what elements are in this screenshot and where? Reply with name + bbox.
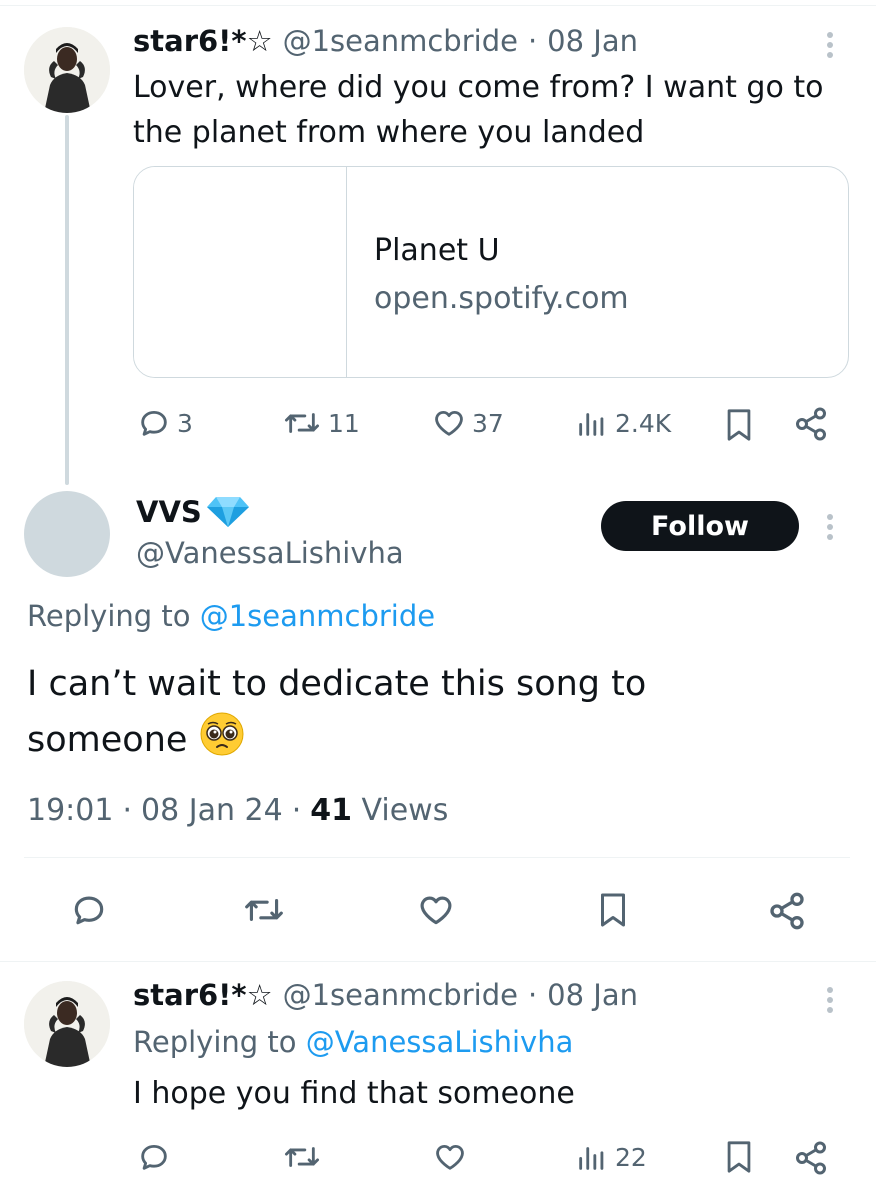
follow-button[interactable]: Follow	[601, 501, 799, 551]
views-count: 22	[615, 1142, 647, 1172]
share-button[interactable]	[793, 1140, 829, 1180]
tweet-header: star6!*☆ @1seanmcbride · 08 Jan	[133, 24, 638, 58]
divider	[0, 961, 876, 962]
replying-to-handle[interactable]: @VanessaLishivha	[306, 1025, 574, 1059]
card-title: Planet U	[374, 233, 500, 268]
like-button[interactable]	[432, 1140, 468, 1178]
like-button[interactable]	[416, 891, 456, 933]
avatar[interactable]	[24, 491, 110, 577]
heart-icon	[420, 896, 452, 925]
replying-to-line: Replying to @VanessaLishivha	[133, 1025, 573, 1059]
avatar[interactable]	[24, 27, 110, 113]
user-photo-icon	[24, 27, 110, 113]
share-icon	[796, 407, 826, 441]
top-divider	[0, 5, 876, 6]
user-handle[interactable]: @1seanmcbride	[283, 24, 518, 58]
bookmark-button[interactable]	[722, 1138, 756, 1180]
display-name[interactable]: star6!*☆	[133, 978, 273, 1012]
tweet-header: star6!*☆ @1seanmcbride · 08 Jan	[133, 978, 638, 1012]
replying-to-line: Replying to @1seanmcbride	[27, 599, 435, 633]
more-options-icon[interactable]	[820, 985, 840, 1019]
like-button[interactable]: 37	[432, 406, 504, 440]
card-domain: open.spotify.com	[374, 281, 629, 316]
like-count: 37	[472, 408, 504, 438]
reply-icon	[141, 1144, 167, 1170]
card-thumbnail	[134, 167, 347, 377]
retweet-count: 11	[328, 408, 360, 438]
views-label: Views	[361, 793, 449, 828]
bookmark-icon	[601, 893, 625, 927]
views-icon	[579, 413, 604, 436]
bookmark-icon	[727, 409, 751, 441]
bookmark-icon	[727, 1141, 751, 1173]
retweet-button[interactable]: 11	[282, 406, 360, 440]
retweet-icon	[285, 1147, 320, 1167]
more-options-icon[interactable]	[820, 512, 840, 546]
replying-to-prefix: Replying to	[27, 599, 191, 633]
reply-icon	[141, 410, 167, 436]
pleading-face-emoji-icon	[199, 711, 245, 773]
separator: ·	[527, 978, 538, 1012]
user-photo-icon	[24, 981, 110, 1067]
views-count: 41	[310, 793, 352, 828]
tweet-text: Lover, where did you come from? I want g…	[133, 70, 824, 150]
tweet-body: I can’t wait to dedicate this song to so…	[27, 664, 647, 760]
share-icon	[796, 1141, 826, 1175]
retweet-icon	[245, 899, 283, 921]
reply-button[interactable]	[70, 891, 108, 933]
more-options-icon[interactable]	[820, 30, 840, 64]
retweet-button[interactable]	[282, 1140, 322, 1178]
bookmark-button[interactable]	[595, 889, 631, 935]
separator: ·	[122, 793, 133, 828]
reply-button[interactable]: 3	[137, 406, 193, 440]
separator: ·	[291, 793, 302, 828]
share-button[interactable]	[767, 891, 807, 935]
main-tweet-text: I can’t wait to dedicate this song to so…	[27, 658, 807, 773]
heart-icon	[435, 410, 463, 436]
heart-icon	[436, 1144, 464, 1170]
share-icon	[770, 892, 804, 930]
author-name-row: VVS	[136, 495, 250, 529]
timestamp-row: 19:01 · 08 Jan 24 · 41 Views	[27, 793, 448, 828]
retweet-icon	[285, 413, 320, 433]
tweet-text: I hope you find that someone	[133, 1076, 575, 1111]
separator: ·	[527, 24, 538, 58]
tweet-full-date[interactable]: 08 Jan 24	[141, 793, 283, 828]
replying-to-prefix: Replying to	[133, 1025, 297, 1059]
views-button[interactable]: 22	[575, 1140, 647, 1174]
share-button[interactable]	[793, 406, 829, 446]
retweet-button[interactable]	[242, 891, 286, 933]
tweet-date[interactable]: 08 Jan	[547, 978, 638, 1012]
views-icon	[579, 1147, 604, 1170]
divider	[24, 857, 850, 858]
reply-button[interactable]	[137, 1140, 171, 1178]
views-count: 2.4K	[615, 408, 672, 438]
display-name[interactable]: star6!*☆	[133, 24, 273, 58]
link-card[interactable]: Planet U open.spotify.com	[133, 166, 849, 378]
reply-icon	[74, 896, 104, 925]
user-handle[interactable]: @VanessaLishivha	[136, 536, 404, 570]
thread-connector-line	[65, 115, 69, 485]
tweet-date[interactable]: 08 Jan	[547, 24, 638, 58]
avatar[interactable]	[24, 981, 110, 1067]
tweet-time[interactable]: 19:01	[27, 793, 113, 828]
reply-count: 3	[177, 408, 193, 438]
replying-to-handle[interactable]: @1seanmcbride	[200, 599, 435, 633]
views-button[interactable]: 2.4K	[575, 406, 671, 440]
bookmark-button[interactable]	[722, 406, 756, 448]
user-handle[interactable]: @1seanmcbride	[283, 978, 518, 1012]
gem-icon	[206, 497, 249, 527]
views-stat[interactable]: 41 Views	[310, 793, 448, 828]
display-name[interactable]: VVS	[136, 495, 202, 529]
